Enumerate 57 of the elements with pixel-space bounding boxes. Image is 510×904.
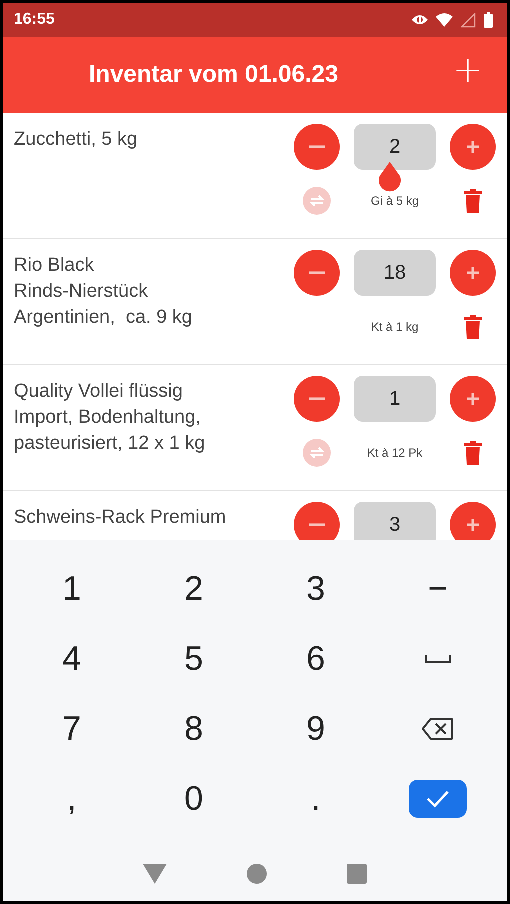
app-title: Inventar vom 01.06.23 [89, 61, 338, 89]
keyboard-key[interactable]: 9 [255, 694, 377, 764]
trash-icon[interactable] [464, 189, 482, 213]
wifi-icon [436, 13, 453, 27]
minus-icon [309, 397, 325, 401]
decrease-button[interactable] [294, 250, 340, 296]
keyboard-key[interactable]: 1 [11, 554, 133, 624]
item-name: Schweins-Rack Premium [13, 506, 226, 530]
plus-icon [465, 517, 481, 533]
unit-label: Gi à 5 kg [370, 194, 420, 208]
signal-icon [461, 12, 476, 28]
trash-icon[interactable] [464, 315, 482, 339]
keyboard-key[interactable]: − [377, 554, 499, 624]
quantity-field[interactable]: 1 [354, 376, 436, 422]
keyboard-key[interactable]: 4 [11, 624, 133, 694]
keyboard-key[interactable]: 8 [133, 694, 255, 764]
increase-button[interactable] [450, 124, 496, 170]
plus-icon [465, 391, 481, 407]
item-name: Zucchetti, 5 kg [13, 128, 138, 152]
home-icon[interactable] [247, 864, 267, 884]
status-time: 16:55 [14, 11, 55, 29]
keyboard-key[interactable]: 5 [133, 624, 255, 694]
keyboard-key[interactable]: , [11, 764, 133, 834]
unit-label: Kt à 12 Pk [367, 446, 423, 460]
keyboard-key[interactable]: . [255, 764, 377, 834]
plus-icon [465, 139, 481, 155]
eye-icon [412, 14, 428, 26]
plus-icon [465, 265, 481, 281]
done-button[interactable] [409, 780, 467, 818]
keyboard-key[interactable]: 7 [11, 694, 133, 764]
increase-button[interactable] [450, 250, 496, 296]
battery-icon [484, 12, 493, 28]
back-icon[interactable] [143, 864, 167, 884]
decrease-button[interactable] [294, 502, 340, 540]
minus-icon [309, 523, 325, 527]
minus-icon [309, 271, 325, 275]
unit-label: Kt à 1 kg [371, 320, 419, 334]
item-name: Quality Vollei flüssig Import, Bodenhaltung, pasteurisiert, 12 x 1 kg [13, 380, 206, 456]
cursor-handle[interactable] [377, 162, 403, 192]
minus-icon [309, 145, 325, 149]
keyboard-key[interactable]: 0 [133, 764, 255, 834]
item-name: Rio Black Rinds-Nierstück Argentinien, ca. 9 kg [13, 254, 192, 330]
increase-button[interactable] [450, 376, 496, 422]
keyboard-key[interactable]: 6 [255, 624, 377, 694]
keyboard-key[interactable]: 2 [133, 554, 255, 624]
decrease-button[interactable] [294, 376, 340, 422]
check-icon [426, 790, 450, 808]
quantity-field[interactable]: 2 [354, 124, 436, 170]
trash-icon[interactable] [464, 441, 482, 465]
decrease-button[interactable] [294, 124, 340, 170]
keyboard-key[interactable]: 3 [255, 554, 377, 624]
quantity-field[interactable]: 18 [354, 250, 436, 296]
add-button[interactable]: + [452, 53, 483, 89]
increase-button[interactable] [450, 502, 496, 540]
backspace-icon[interactable] [422, 717, 454, 741]
space-key-icon[interactable] [425, 655, 451, 663]
quantity-field[interactable]: 3 [354, 502, 436, 540]
